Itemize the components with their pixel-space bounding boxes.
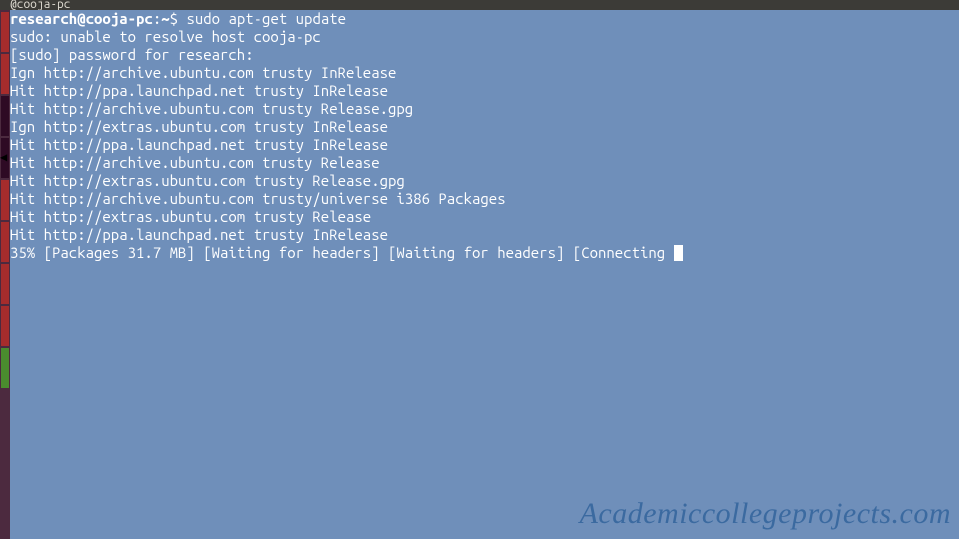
terminal-window[interactable]: research@cooja-pc:~$ sudo apt-get update… (10, 10, 959, 539)
output-line: Hit http://archive.ubuntu.com trusty/uni… (10, 190, 506, 207)
launcher-item[interactable] (1, 348, 9, 388)
output-line: Hit http://ppa.launchpad.net trusty InRe… (10, 226, 388, 243)
launcher-item[interactable] (1, 264, 9, 304)
titlebar-text: @cooja-pc (10, 0, 70, 10)
prompt-symbol: $ (170, 10, 178, 27)
output-line: Hit http://ppa.launchpad.net trusty InRe… (10, 136, 388, 153)
launcher-item[interactable] (1, 222, 9, 262)
output-line: Hit http://archive.ubuntu.com trusty Rel… (10, 154, 380, 171)
terminal-cursor (674, 245, 683, 261)
progress-line: 35% [Packages 31.7 MB] [Waiting for head… (10, 244, 674, 261)
output-line: Hit http://extras.ubuntu.com trusty Rele… (10, 208, 371, 225)
launcher-item[interactable] (1, 96, 9, 136)
window-titlebar: @cooja-pc (0, 0, 959, 10)
launcher-item[interactable] (1, 180, 9, 220)
output-line: [sudo] password for research: (10, 46, 254, 63)
prompt-user-host: research@cooja-pc (10, 10, 153, 27)
launcher-item[interactable] (1, 306, 9, 346)
output-line: sudo: unable to resolve host cooja-pc (10, 28, 321, 45)
watermark-text: Academiccollegeprojects.com (580, 497, 951, 531)
command-text: sudo apt-get update (186, 10, 346, 27)
launcher-item[interactable] (1, 12, 9, 52)
panel-expand-arrow-icon[interactable]: ◀ (0, 150, 7, 164)
output-line: Ign http://archive.ubuntu.com trusty InR… (10, 64, 396, 81)
output-line: Hit http://extras.ubuntu.com trusty Rele… (10, 172, 405, 189)
unity-launcher[interactable] (0, 10, 10, 539)
launcher-item[interactable] (1, 54, 9, 94)
prompt-path: ~ (161, 10, 169, 27)
output-line: Hit http://ppa.launchpad.net trusty InRe… (10, 82, 388, 99)
terminal-content: research@cooja-pc:~$ sudo apt-get update… (10, 10, 959, 262)
output-line: Hit http://archive.ubuntu.com trusty Rel… (10, 100, 413, 117)
output-line: Ign http://extras.ubuntu.com trusty InRe… (10, 118, 388, 135)
